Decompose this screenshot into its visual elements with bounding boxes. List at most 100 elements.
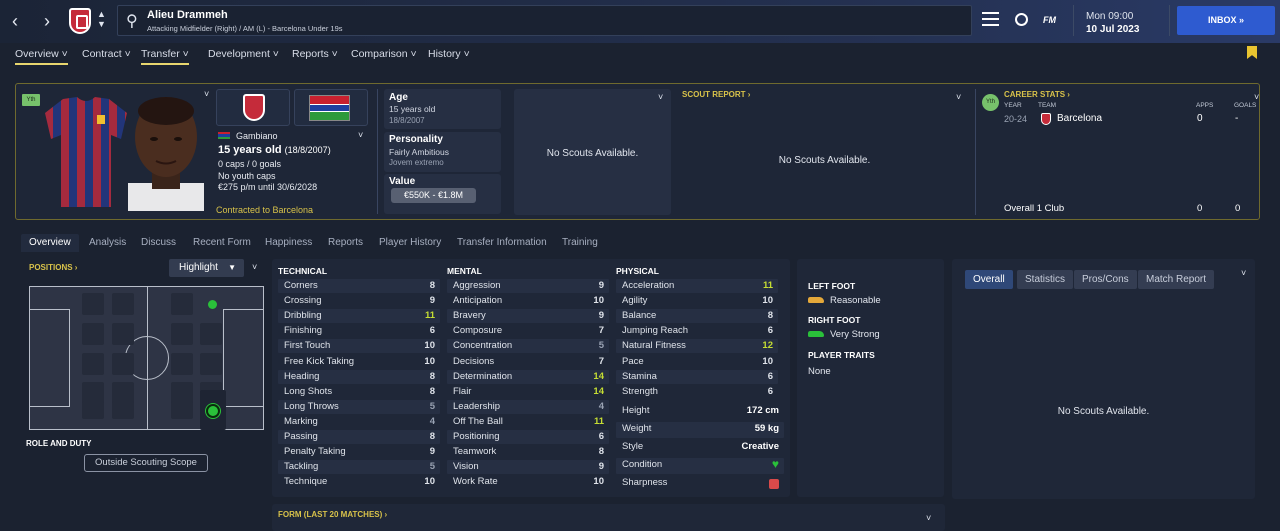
career-title-text: CAREER STATS bbox=[1004, 90, 1066, 99]
attribute-row[interactable]: First Touch 10 bbox=[278, 339, 440, 354]
attribute-row[interactable]: Balance 8 bbox=[616, 309, 778, 324]
attribute-name: Technique bbox=[284, 476, 328, 488]
forward-arrow-icon[interactable]: › bbox=[44, 11, 50, 32]
back-arrow-icon[interactable]: ‹ bbox=[12, 11, 18, 32]
search-icon[interactable]: ⚲ bbox=[126, 11, 138, 31]
value-pill[interactable]: €550K - €1.8M bbox=[391, 188, 476, 203]
globe-icon[interactable] bbox=[1015, 13, 1028, 26]
positions-title[interactable]: POSITIONS › bbox=[29, 263, 77, 272]
chevron-down-icon[interactable]: ˅ bbox=[926, 513, 931, 523]
tab-label: Overview bbox=[15, 48, 59, 60]
attribute-row[interactable]: Penalty Taking 9 bbox=[278, 445, 440, 459]
attribute-row[interactable]: Anticipation 10 bbox=[447, 294, 609, 308]
tab-overview[interactable]: Overview ˅ bbox=[15, 48, 68, 65]
attribute-row[interactable]: Agility 10 bbox=[616, 294, 778, 308]
attribute-row[interactable]: Heading 8 bbox=[278, 369, 440, 384]
attribute-row[interactable]: Natural Fitness 12 bbox=[616, 339, 778, 354]
physical-extra-row: Condition ♥ bbox=[616, 457, 784, 474]
rtab-statistics[interactable]: Statistics bbox=[1017, 270, 1074, 289]
outside-scope-button[interactable]: Outside Scouting Scope bbox=[84, 454, 208, 472]
attribute-row[interactable]: Bravery 9 bbox=[447, 309, 609, 324]
attribute-row[interactable]: Marking 4 bbox=[278, 415, 440, 429]
attribute-row[interactable]: Work Rate 10 bbox=[447, 475, 609, 489]
chevron-down-icon[interactable]: ˅ bbox=[1241, 268, 1246, 278]
subtab-overview[interactable]: Overview bbox=[21, 234, 79, 252]
tab-contract[interactable]: Contract ˅ bbox=[82, 48, 131, 60]
extra-label: Weight bbox=[622, 423, 652, 434]
subtab-player-history[interactable]: Player History bbox=[379, 237, 441, 248]
chevron-down-icon[interactable]: ˅ bbox=[1254, 92, 1259, 102]
attribute-value: 5 bbox=[598, 340, 604, 352]
club-crest-icon[interactable] bbox=[69, 8, 91, 34]
tab-history[interactable]: History ˅ bbox=[428, 48, 470, 60]
attribute-row[interactable]: Leadership 4 bbox=[447, 399, 609, 414]
rtab-overall[interactable]: Overall bbox=[965, 270, 1013, 289]
tab-development[interactable]: Development ˅ bbox=[208, 48, 279, 60]
attribute-name: Jumping Reach bbox=[622, 325, 689, 337]
subtab-training[interactable]: Training bbox=[562, 237, 598, 248]
attribute-row[interactable]: Tackling 5 bbox=[278, 460, 440, 475]
rtab-pros-cons[interactable]: Pros/Cons bbox=[1074, 270, 1137, 289]
form-title[interactable]: FORM (LAST 20 MATCHES) › bbox=[278, 510, 387, 519]
physical-extra-row: Weight 59 kg bbox=[616, 422, 784, 438]
subtab-happiness[interactable]: Happiness bbox=[265, 237, 312, 248]
subtab-analysis[interactable]: Analysis bbox=[89, 237, 126, 248]
inbox-button[interactable]: INBOX » bbox=[1177, 6, 1275, 35]
attribute-row[interactable]: Determination 14 bbox=[447, 369, 609, 384]
attribute-value: 6 bbox=[429, 325, 435, 337]
tab-transfer[interactable]: Transfer ˅ bbox=[141, 48, 189, 65]
col-apps: APPS bbox=[1196, 102, 1214, 109]
career-stats-title[interactable]: CAREER STATS › bbox=[1004, 90, 1070, 99]
attribute-row[interactable]: Crossing 9 bbox=[278, 294, 440, 308]
highlight-dropdown[interactable]: Highlight ▼ bbox=[169, 259, 244, 277]
contract-note[interactable]: Contracted to Barcelona bbox=[216, 205, 313, 215]
attribute-row[interactable]: Decisions 7 bbox=[447, 355, 609, 369]
tab-reports[interactable]: Reports ˅ bbox=[292, 48, 338, 60]
attribute-row[interactable]: Corners 8 bbox=[278, 279, 440, 293]
chevron-down-icon[interactable]: ˅ bbox=[204, 89, 209, 99]
attribute-row[interactable]: Concentration 5 bbox=[447, 339, 609, 354]
career-team[interactable]: Barcelona bbox=[1057, 113, 1102, 124]
attribute-row[interactable]: Vision 9 bbox=[447, 460, 609, 475]
personality-label: Personality bbox=[389, 134, 443, 145]
chevron-down-icon[interactable]: ˅ bbox=[956, 92, 961, 102]
tab-comparison[interactable]: Comparison ˅ bbox=[351, 48, 417, 60]
bookmark-icon[interactable] bbox=[1247, 46, 1257, 59]
chevron-updown-icon[interactable]: ▲ ▼ bbox=[97, 9, 106, 29]
chevron-down-icon[interactable]: ˅ bbox=[358, 130, 363, 140]
position-dot-amr[interactable] bbox=[206, 404, 220, 418]
left-foot-value: Reasonable bbox=[830, 295, 881, 306]
rtab-match-report[interactable]: Match Report bbox=[1138, 270, 1215, 289]
attribute-row[interactable]: Dribbling 11 bbox=[278, 309, 440, 324]
menu-icon[interactable] bbox=[982, 12, 999, 26]
attribute-row[interactable]: Acceleration 11 bbox=[616, 279, 778, 293]
attribute-row[interactable]: Long Shots 8 bbox=[278, 385, 440, 399]
attribute-row[interactable]: Teamwork 8 bbox=[447, 445, 609, 459]
attribute-row[interactable]: Aggression 9 bbox=[447, 279, 609, 293]
fm-logo[interactable]: FM bbox=[1043, 15, 1056, 25]
attribute-row[interactable]: Flair 14 bbox=[447, 385, 609, 399]
attribute-row[interactable]: Positioning 6 bbox=[447, 430, 609, 444]
position-dot-aml[interactable] bbox=[208, 300, 217, 309]
scout-report-box bbox=[677, 89, 970, 215]
attribute-row[interactable]: Strength 6 bbox=[616, 385, 778, 399]
chevron-down-icon[interactable]: ˅ bbox=[252, 262, 257, 272]
subtab-transfer-info[interactable]: Transfer Information bbox=[457, 237, 547, 248]
scout-report-title[interactable]: SCOUT REPORT › bbox=[682, 90, 750, 99]
attribute-row[interactable]: Technique 10 bbox=[278, 475, 440, 489]
subtab-reports[interactable]: Reports bbox=[328, 237, 363, 248]
attribute-row[interactable]: Jumping Reach 6 bbox=[616, 324, 778, 338]
attribute-name: Marking bbox=[284, 415, 318, 427]
chevron-down-icon[interactable]: ˅ bbox=[658, 92, 663, 102]
subtab-recent-form[interactable]: Recent Form bbox=[193, 237, 251, 248]
attribute-row[interactable]: Composure 7 bbox=[447, 324, 609, 338]
attribute-row[interactable]: Finishing 6 bbox=[278, 324, 440, 338]
attribute-row[interactable]: Off The Ball 11 bbox=[447, 415, 609, 429]
attribute-row[interactable]: Stamina 6 bbox=[616, 369, 778, 384]
attribute-row[interactable]: Passing 8 bbox=[278, 430, 440, 444]
attribute-row[interactable]: Free Kick Taking 10 bbox=[278, 355, 440, 369]
subtab-discuss[interactable]: Discuss bbox=[141, 237, 176, 248]
tab-label: Reports bbox=[292, 48, 329, 60]
attribute-row[interactable]: Pace 10 bbox=[616, 355, 778, 369]
attribute-row[interactable]: Long Throws 5 bbox=[278, 399, 440, 414]
